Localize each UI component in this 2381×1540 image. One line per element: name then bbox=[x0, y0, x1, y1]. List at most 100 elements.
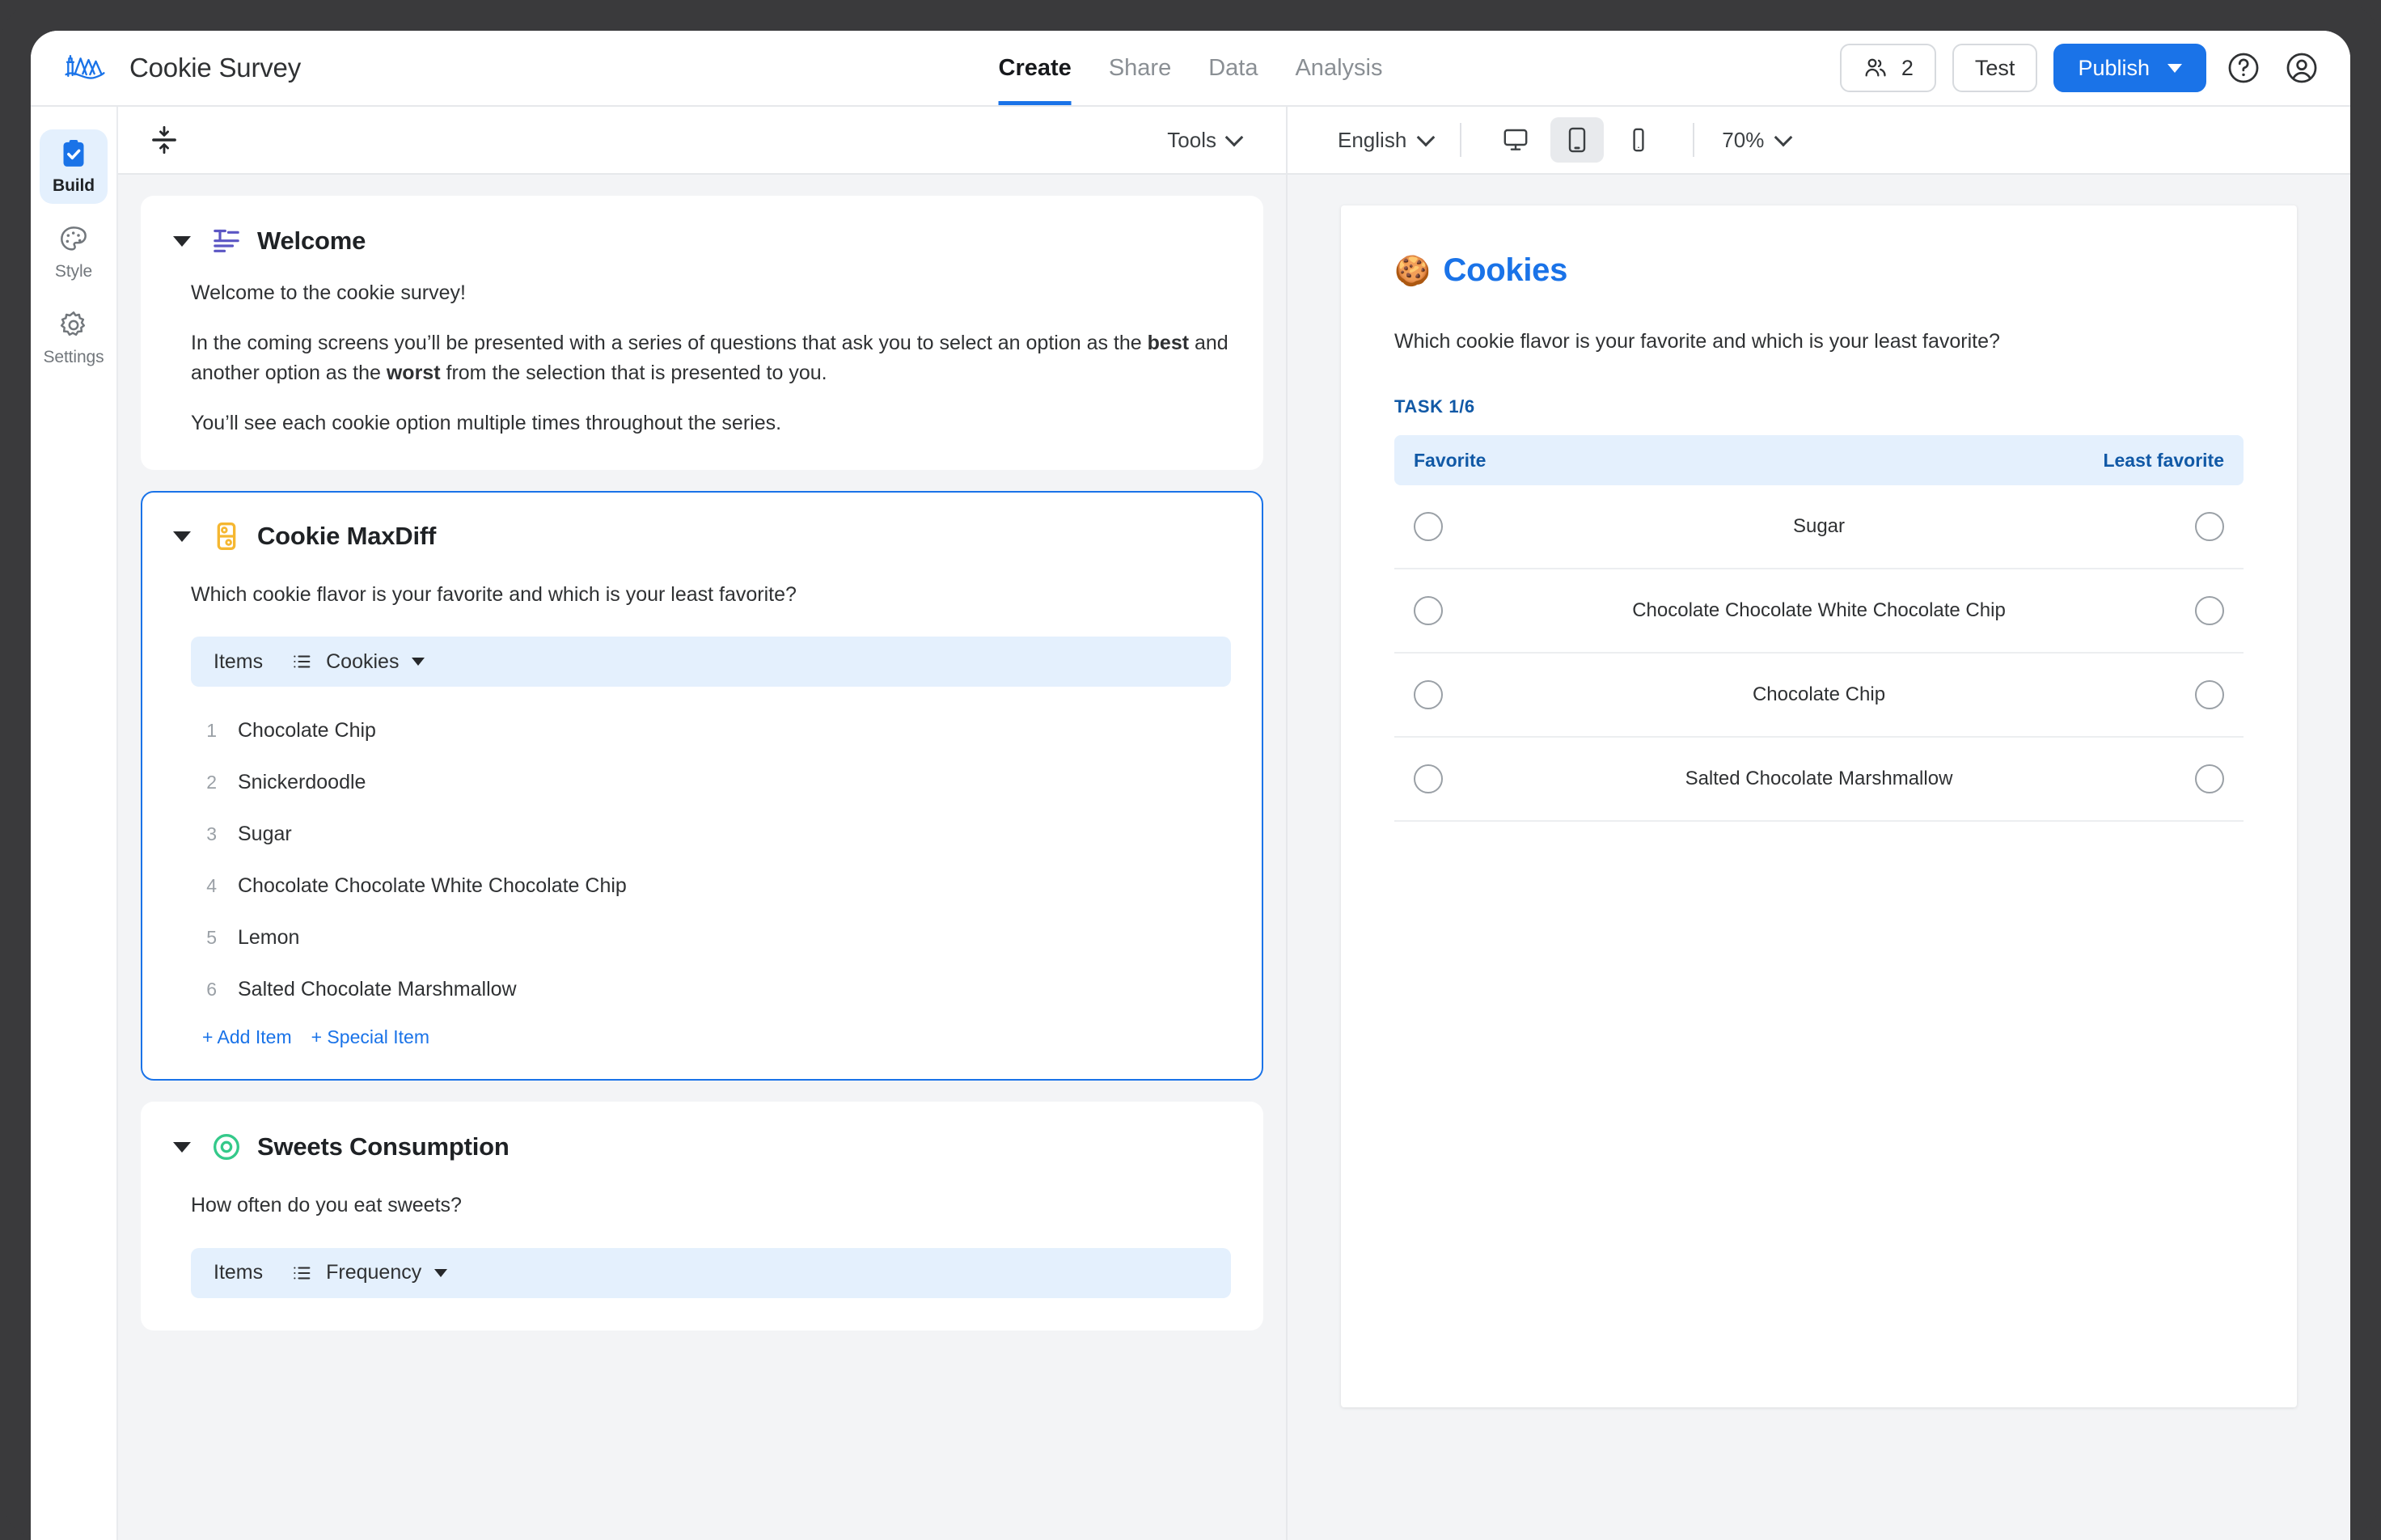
preview-title-row: 🍪 Cookies bbox=[1394, 252, 2244, 289]
list-item[interactable]: 5 Lemon bbox=[191, 912, 1231, 963]
items-source-select[interactable]: Frequency bbox=[290, 1261, 448, 1284]
top-bar: Cookie Survey Create Share Data Analysis… bbox=[31, 31, 2350, 107]
table-row[interactable]: Sugar bbox=[1394, 485, 2244, 569]
table-row-label: Salted Chocolate Marshmallow bbox=[1685, 768, 1953, 789]
card-maxdiff-title: Cookie MaxDiff bbox=[257, 522, 437, 550]
table-row[interactable]: Chocolate Chocolate White Chocolate Chip bbox=[1394, 569, 2244, 654]
list-item-number: 5 bbox=[206, 926, 217, 948]
chevron-down-icon bbox=[1774, 128, 1793, 147]
text-block-icon bbox=[214, 229, 239, 252]
lighthouse-mountains-logo bbox=[65, 54, 105, 79]
device-tablet-button[interactable] bbox=[1550, 117, 1605, 163]
zoom-value: 70% bbox=[1722, 127, 1765, 152]
column-header-least-favorite: Least favorite bbox=[2103, 449, 2224, 471]
editor-scroll-area[interactable]: Welcome Welcome to the cookie survey! In… bbox=[118, 175, 1286, 1540]
list-item-number: 2 bbox=[206, 771, 217, 793]
chevron-down-icon bbox=[434, 1268, 448, 1277]
welcome-paragraph-2: In the coming screens you’ll be presente… bbox=[191, 332, 1229, 384]
favorite-radio[interactable] bbox=[1414, 512, 1443, 541]
tab-create[interactable]: Create bbox=[998, 31, 1072, 105]
list-item[interactable]: 2 Snickerdoodle bbox=[191, 756, 1231, 808]
desktop-icon bbox=[1503, 129, 1528, 150]
language-value: English bbox=[1338, 127, 1407, 152]
help-button[interactable] bbox=[2222, 47, 2265, 89]
topbar-actions: 2 Test Publish bbox=[1839, 44, 2323, 92]
tab-analysis[interactable]: Analysis bbox=[1295, 31, 1382, 105]
card-sweets-consumption[interactable]: Sweets Consumption How often do you eat … bbox=[141, 1102, 1263, 1331]
favorite-radio[interactable] bbox=[1414, 596, 1443, 625]
card-welcome-title: Welcome bbox=[257, 226, 366, 255]
people-icon bbox=[1865, 58, 1886, 77]
items-label: Items bbox=[214, 1261, 264, 1284]
sidebar-item-build[interactable]: Build bbox=[40, 129, 108, 204]
list-item[interactable]: 4 Chocolate Chocolate White Chocolate Ch… bbox=[191, 860, 1231, 912]
least-favorite-radio[interactable] bbox=[2195, 764, 2224, 793]
column-header-favorite: Favorite bbox=[1414, 449, 1487, 471]
page-title: Cookie Survey bbox=[129, 53, 301, 82]
list-item-number: 1 bbox=[206, 719, 217, 741]
tab-share[interactable]: Share bbox=[1109, 31, 1171, 105]
list-item-label: Snickerdoodle bbox=[238, 770, 366, 793]
card-welcome-body: Welcome to the cookie survey! In the com… bbox=[173, 278, 1231, 438]
device-desktop-button[interactable] bbox=[1489, 117, 1542, 163]
disclosure-triangle-icon[interactable] bbox=[173, 531, 191, 542]
add-item-button[interactable]: + Add Item bbox=[202, 1026, 292, 1048]
table-row[interactable]: Salted Chocolate Marshmallow bbox=[1394, 738, 2244, 822]
zoom-select[interactable]: 70% bbox=[1722, 127, 1793, 153]
card-sweets-body: How often do you eat sweets? Items Frequ… bbox=[173, 1191, 1231, 1298]
palette-icon bbox=[61, 226, 87, 251]
publish-button[interactable]: Publish bbox=[2053, 44, 2206, 92]
preview-question: Which cookie flavor is your favorite and… bbox=[1394, 330, 2000, 353]
maxdiff-question: Which cookie flavor is your favorite and… bbox=[191, 583, 797, 606]
test-button[interactable]: Test bbox=[1952, 44, 2038, 92]
toolbar-divider bbox=[1460, 123, 1462, 157]
favorite-radio[interactable] bbox=[1414, 764, 1443, 793]
list-item-number: 4 bbox=[206, 874, 217, 896]
list-item-number: 3 bbox=[206, 823, 217, 844]
chevron-down-icon bbox=[1224, 128, 1244, 147]
sweets-question: How often do you eat sweets? bbox=[191, 1194, 462, 1217]
disclosure-triangle-icon[interactable] bbox=[173, 1141, 191, 1153]
list-item[interactable]: 6 Salted Chocolate Marshmallow bbox=[191, 963, 1231, 1015]
least-favorite-radio[interactable] bbox=[2195, 680, 2224, 709]
least-favorite-radio[interactable] bbox=[2195, 512, 2224, 541]
collapse-all-button[interactable] bbox=[147, 123, 181, 157]
tab-data[interactable]: Data bbox=[1208, 31, 1258, 105]
card-sweets-header: Sweets Consumption bbox=[173, 1131, 1231, 1163]
list-item-number: 6 bbox=[206, 978, 217, 1000]
preview-task-counter: TASK 1/6 bbox=[1394, 396, 1475, 417]
clipboard-check-icon bbox=[63, 140, 84, 167]
maxdiff-item-list: 1 Chocolate Chip 2 Snickerdoodle 3 Sugar bbox=[191, 704, 1231, 1015]
table-row-label: Chocolate Chip bbox=[1752, 683, 1886, 705]
maxdiff-items-bar: Items Cookies bbox=[191, 637, 1231, 688]
card-sweets-title: Sweets Consumption bbox=[257, 1132, 510, 1161]
items-source-select[interactable]: Cookies bbox=[290, 650, 425, 674]
card-maxdiff-body: Which cookie flavor is your favorite and… bbox=[173, 580, 1231, 1048]
language-select[interactable]: English bbox=[1338, 127, 1436, 153]
brand: Cookie Survey bbox=[63, 52, 301, 84]
list-item-label: Lemon bbox=[238, 925, 300, 949]
list-item[interactable]: 3 Sugar bbox=[191, 808, 1231, 860]
preview-stage: 🍪 Cookies Which cookie flavor is your fa… bbox=[1288, 175, 2350, 1540]
list-item[interactable]: 1 Chocolate Chip bbox=[191, 704, 1231, 756]
list-item-label: Chocolate Chocolate White Chocolate Chip bbox=[238, 874, 627, 897]
app-window: Cookie Survey Create Share Data Analysis… bbox=[31, 31, 2350, 1540]
collaborators-button[interactable]: 2 bbox=[1839, 44, 1936, 92]
editor-column: Tools Welcome Welcome to the cookie surv… bbox=[118, 107, 1286, 1540]
sidebar-item-settings[interactable]: Settings bbox=[40, 301, 108, 375]
card-cookie-maxdiff[interactable]: Cookie MaxDiff Which cookie flavor is yo… bbox=[141, 491, 1263, 1081]
add-special-item-button[interactable]: + Special Item bbox=[311, 1026, 429, 1048]
card-welcome[interactable]: Welcome Welcome to the cookie survey! In… bbox=[141, 196, 1263, 470]
disclosure-triangle-icon[interactable] bbox=[173, 235, 191, 247]
table-row[interactable]: Chocolate Chip bbox=[1394, 654, 2244, 738]
tools-label: Tools bbox=[1167, 127, 1216, 152]
sidebar-item-style[interactable]: Style bbox=[40, 215, 108, 290]
favorite-radio[interactable] bbox=[1414, 680, 1443, 709]
sidebar-item-settings-label: Settings bbox=[43, 348, 104, 366]
account-button[interactable] bbox=[2281, 47, 2323, 89]
least-favorite-radio[interactable] bbox=[2195, 596, 2224, 625]
tools-menu[interactable]: Tools bbox=[1167, 128, 1258, 153]
device-frame: Cookie Survey Create Share Data Analysis… bbox=[0, 0, 2381, 1540]
tablet-icon bbox=[1569, 127, 1586, 153]
device-mobile-button[interactable] bbox=[1612, 117, 1665, 163]
